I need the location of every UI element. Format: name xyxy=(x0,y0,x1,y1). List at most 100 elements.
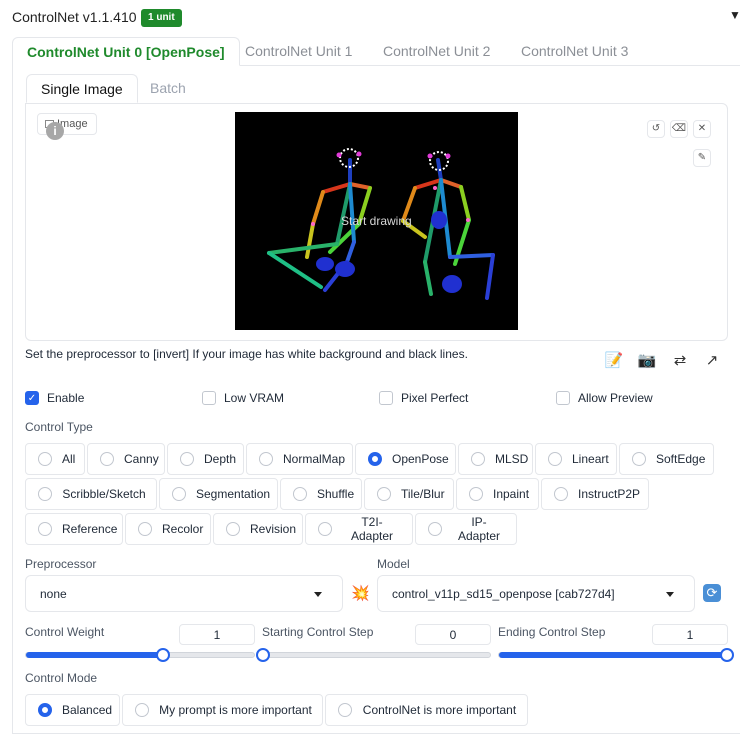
control-type-t2i-adapter[interactable]: T2I-Adapter xyxy=(305,513,413,545)
control-weight-label: Control Weight xyxy=(25,625,105,639)
control-type-depth[interactable]: Depth xyxy=(167,443,244,475)
low-vram-label: Low VRAM xyxy=(224,391,285,405)
radio-circle xyxy=(293,487,307,501)
radio-circle xyxy=(632,452,646,466)
starting-step-slider[interactable] xyxy=(256,648,491,662)
tab-unit-1[interactable]: ControlNet Unit 1 xyxy=(231,37,366,66)
radio-circle xyxy=(318,522,332,536)
preprocessor-hint: Set the preprocessor to [invert] If your… xyxy=(25,347,468,361)
run-preprocessor-icon[interactable]: 💥 xyxy=(351,584,370,602)
ending-step-slider[interactable] xyxy=(498,648,734,662)
radio-circle xyxy=(338,703,352,717)
camera-icon[interactable]: 📷 xyxy=(636,350,658,372)
control-type-softedge[interactable]: SoftEdge xyxy=(619,443,714,475)
checkbox-box xyxy=(202,391,216,405)
radio-circle xyxy=(428,522,442,536)
preprocessor-label: Preprocessor xyxy=(25,557,97,571)
notepad-icon[interactable]: 📝 xyxy=(603,350,625,372)
allow-preview-label: Allow Preview xyxy=(578,391,653,405)
checkbox-box xyxy=(556,391,570,405)
control-type-inpaint[interactable]: Inpaint xyxy=(456,478,539,510)
enable-label: Enable xyxy=(47,391,85,405)
control-type-recolor[interactable]: Recolor xyxy=(125,513,211,545)
enable-checkbox[interactable]: ✓ Enable xyxy=(25,390,84,406)
collapse-icon[interactable]: ▼ xyxy=(729,8,740,22)
control-type-scribble[interactable]: Scribble/Sketch xyxy=(25,478,157,510)
control-weight-slider[interactable] xyxy=(25,648,255,662)
tab-batch[interactable]: Batch xyxy=(136,74,200,103)
control-mode-controlnet[interactable]: ControlNet is more important xyxy=(325,694,528,726)
radio-circle xyxy=(377,487,391,501)
radio-circle-selected xyxy=(38,703,52,717)
tab-unit-2[interactable]: ControlNet Unit 2 xyxy=(369,37,504,66)
chevron-down-icon xyxy=(666,592,674,597)
allow-preview-checkbox[interactable]: Allow Preview xyxy=(556,390,653,406)
swap-icon[interactable]: ⇄ xyxy=(669,350,691,372)
check-icon: ✓ xyxy=(25,391,39,405)
starting-step-input[interactable]: 0 xyxy=(415,624,491,645)
refresh-models-icon[interactable]: ⟳ xyxy=(703,584,721,602)
model-label: Model xyxy=(377,557,410,571)
control-type-ip-adapter[interactable]: IP-Adapter xyxy=(415,513,517,545)
unit-count-badge: 1 unit xyxy=(141,9,182,27)
starting-step-label: Starting Control Step xyxy=(262,625,374,639)
control-type-lineart[interactable]: Lineart xyxy=(535,443,617,475)
slider-fill xyxy=(26,652,163,658)
tab-unit-3[interactable]: ControlNet Unit 3 xyxy=(507,37,642,66)
control-mode-label: Control Mode xyxy=(25,671,98,685)
control-weight-input[interactable]: 1 xyxy=(179,624,255,645)
preprocessor-value: none xyxy=(40,587,67,601)
send-dimensions-icon[interactable]: ↗ xyxy=(701,350,723,372)
close-icon[interactable]: ✕ xyxy=(693,120,711,138)
erase-icon[interactable]: ⌫ xyxy=(670,120,688,138)
control-type-shuffle[interactable]: Shuffle xyxy=(280,478,362,510)
control-mode-balanced[interactable]: Balanced xyxy=(25,694,120,726)
control-mode-prompt[interactable]: My prompt is more important xyxy=(122,694,323,726)
control-type-segmentation[interactable]: Segmentation xyxy=(159,478,278,510)
radio-circle xyxy=(471,452,485,466)
slider-thumb[interactable] xyxy=(256,648,270,662)
radio-circle xyxy=(554,487,568,501)
radio-circle xyxy=(38,522,52,536)
control-type-canny[interactable]: Canny xyxy=(87,443,165,475)
model-value: control_v11p_sd15_openpose [cab727d4] xyxy=(392,587,615,601)
slider-thumb[interactable] xyxy=(720,648,734,662)
model-select[interactable]: control_v11p_sd15_openpose [cab727d4] xyxy=(377,575,695,612)
pixel-perfect-label: Pixel Perfect xyxy=(401,391,469,405)
radio-circle xyxy=(100,452,114,466)
control-type-normalmap[interactable]: NormalMap xyxy=(246,443,353,475)
info-icon[interactable]: i xyxy=(46,122,64,140)
chevron-down-icon xyxy=(314,592,322,597)
radio-circle-selected xyxy=(368,452,382,466)
preprocessor-select[interactable]: none xyxy=(25,575,343,612)
radio-circle xyxy=(180,452,194,466)
control-type-openpose[interactable]: OpenPose xyxy=(355,443,456,475)
control-type-tile-blur[interactable]: Tile/Blur xyxy=(364,478,454,510)
brush-icon[interactable]: ✎ xyxy=(693,149,711,167)
control-type-instructp2p[interactable]: InstructP2P xyxy=(541,478,649,510)
tab-single-image[interactable]: Single Image xyxy=(26,74,138,103)
radio-circle xyxy=(469,487,483,501)
radio-circle xyxy=(138,522,152,536)
tab-unit-0[interactable]: ControlNet Unit 0 [OpenPose] xyxy=(12,37,240,66)
low-vram-checkbox[interactable]: Low VRAM xyxy=(202,390,284,406)
slider-thumb[interactable] xyxy=(155,648,170,662)
radio-circle xyxy=(259,452,273,466)
radio-circle xyxy=(548,452,562,466)
pixel-perfect-checkbox[interactable]: Pixel Perfect xyxy=(379,390,468,406)
control-type-label: Control Type xyxy=(25,420,93,434)
checkbox-box xyxy=(379,391,393,405)
control-type-revision[interactable]: Revision xyxy=(213,513,303,545)
extension-title: ControlNet v1.1.410 xyxy=(12,9,137,25)
radio-circle xyxy=(172,487,186,501)
slider-fill xyxy=(499,652,727,658)
control-type-mlsd[interactable]: MLSD xyxy=(458,443,533,475)
ending-step-input[interactable]: 1 xyxy=(652,624,728,645)
unit-tab-bar: ControlNet Unit 0 [OpenPose] ControlNet … xyxy=(12,37,740,66)
control-type-all[interactable]: All xyxy=(25,443,85,475)
undo-icon[interactable]: ↺ xyxy=(647,120,665,138)
radio-circle xyxy=(38,487,52,501)
radio-circle xyxy=(135,703,149,717)
radio-circle xyxy=(38,452,52,466)
control-type-reference[interactable]: Reference xyxy=(25,513,123,545)
